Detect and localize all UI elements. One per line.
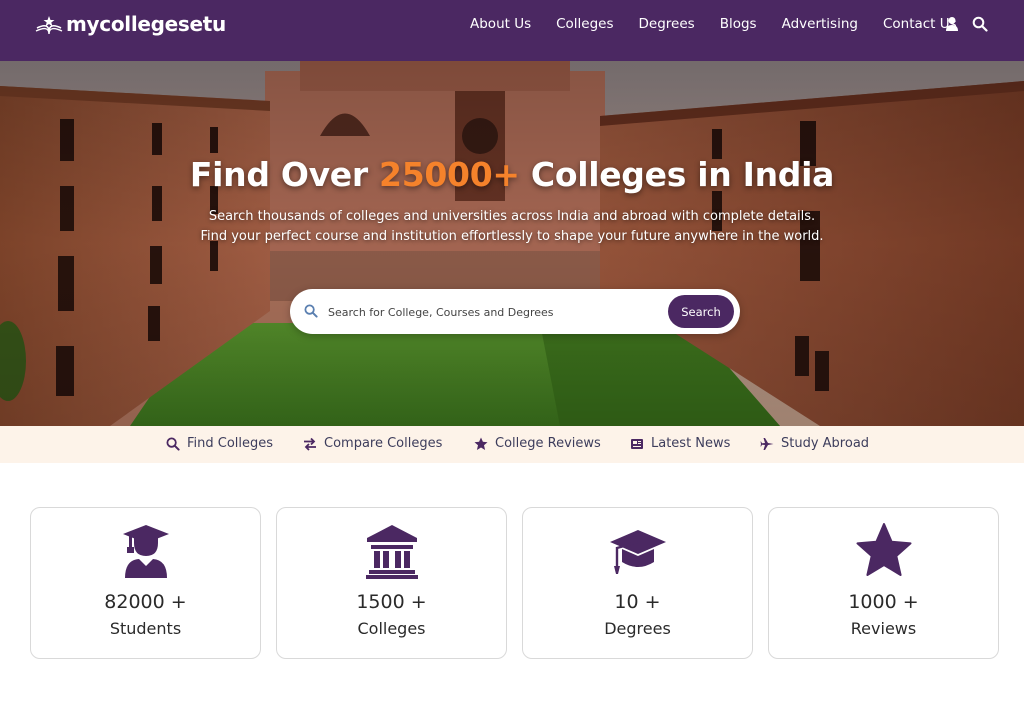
stat-value: 1000 +	[848, 591, 919, 613]
quick-link-compare-colleges[interactable]: Compare Colleges	[303, 436, 442, 451]
hero-title-highlight: 25000+	[379, 155, 520, 194]
quick-link-label: Study Abroad	[781, 436, 870, 451]
search-icon	[166, 437, 180, 451]
stat-label: Students	[109, 619, 182, 638]
quick-links-bar: Find Colleges Compare Colleges College R…	[0, 426, 1024, 463]
swap-arrows-icon	[304, 437, 316, 451]
main-nav: About Us Colleges Degrees Blogs Advertis…	[470, 16, 957, 32]
nav-colleges[interactable]: Colleges	[556, 16, 613, 32]
hero-title-prefix: Find Over	[189, 155, 380, 194]
hero-title: Find Over 25000+ Colleges in India	[0, 155, 1024, 194]
star-icon	[474, 437, 488, 450]
stat-label: Colleges	[357, 619, 426, 638]
quick-link-study-abroad[interactable]: Study Abroad	[760, 436, 869, 451]
stat-card-reviews: 1000 + Reviews	[768, 507, 999, 659]
quick-link-find-colleges[interactable]: Find Colleges	[166, 436, 273, 451]
hero-subtitle-line-2: Find your perfect course and institution…	[200, 229, 824, 244]
hero-search-input[interactable]	[328, 300, 658, 324]
hero-title-suffix: Colleges in India	[519, 155, 835, 194]
nav-degrees[interactable]: Degrees	[639, 16, 695, 32]
newspaper-icon	[631, 438, 643, 449]
quick-link-label: Compare Colleges	[324, 436, 443, 451]
nav-blogs[interactable]: Blogs	[720, 16, 757, 32]
quick-link-college-reviews[interactable]: College Reviews	[474, 436, 601, 451]
stat-label: Degrees	[604, 619, 671, 638]
hero-search-box: Search	[290, 289, 740, 334]
star-icon	[856, 523, 911, 576]
quick-link-label: Latest News	[651, 436, 731, 451]
search-icon	[304, 304, 318, 318]
nav-about-us[interactable]: About Us	[470, 16, 531, 32]
logo-book-icon	[35, 16, 63, 35]
stat-card-degrees: 10 + Degrees	[522, 507, 753, 659]
stat-card-colleges: 1500 + Colleges	[276, 507, 507, 659]
quick-link-label: Find Colleges	[187, 436, 274, 451]
university-building-icon	[365, 525, 418, 579]
logo-text: mycollegesetu	[66, 12, 226, 36]
quick-link-label: College Reviews	[495, 436, 601, 451]
plane-icon	[760, 437, 774, 450]
stat-value: 1500 +	[356, 591, 427, 613]
quick-link-latest-news[interactable]: Latest News	[630, 436, 730, 451]
site-logo[interactable]: mycollegesetu	[34, 12, 226, 36]
hero-subtitle-line-1: Search thousands of colleges and univers…	[208, 209, 816, 224]
user-icon[interactable]	[944, 16, 960, 32]
graduate-student-icon	[122, 525, 169, 578]
stat-label: Reviews	[850, 619, 917, 638]
stat-value: 82000 +	[104, 591, 187, 613]
top-navbar: mycollegesetu About Us Colleges Degrees …	[0, 0, 1024, 61]
hero-section: Find Over 25000+ Colleges in India Searc…	[0, 61, 1024, 426]
stat-card-students: 82000 + Students	[30, 507, 261, 659]
stat-value: 10 +	[614, 591, 661, 613]
nav-advertising[interactable]: Advertising	[782, 16, 858, 32]
hero-search-button[interactable]: Search	[668, 295, 734, 328]
graduation-cap-icon	[609, 530, 666, 574]
search-icon[interactable]	[972, 16, 988, 32]
